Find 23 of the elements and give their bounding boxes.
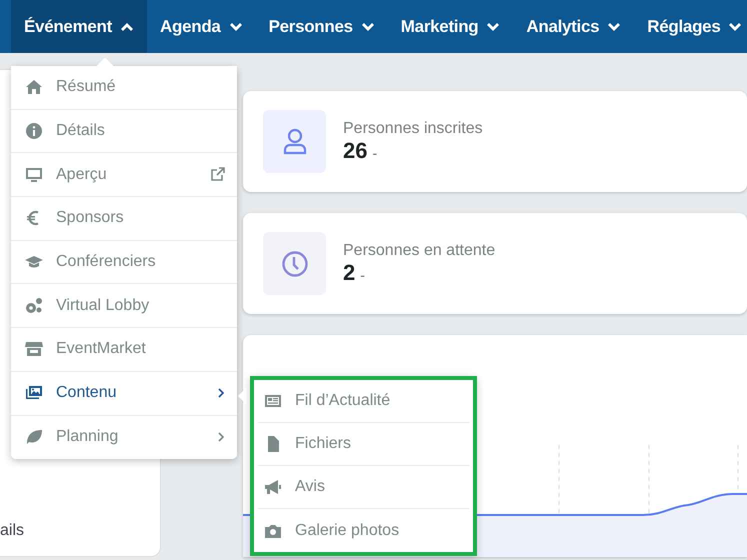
stat-value: 26 <box>343 138 368 162</box>
menu-item[interactable]: Aperçu <box>11 153 237 198</box>
menu-item[interactable]: Sponsors <box>11 197 237 241</box>
nav-tab[interactable]: Événement <box>11 0 148 53</box>
nav-tab[interactable]: Réglages <box>634 0 747 53</box>
menu-item[interactable]: Détails <box>11 110 237 154</box>
menu-item[interactable]: Virtual Lobby <box>11 284 237 328</box>
menu-item[interactable]: Contenu <box>11 372 237 416</box>
nav-tab[interactable]: Marketing <box>388 0 514 53</box>
stat-label: Personnes en attente <box>343 242 496 260</box>
menu-item[interactable]: Résumé <box>11 66 237 110</box>
nav-tab[interactable]: Analytics <box>513 0 634 53</box>
menu-item[interactable]: Planning <box>11 416 237 460</box>
submenu-item[interactable]: Fil d’Actualité <box>258 380 469 423</box>
nav-tab[interactable]: Personnes <box>256 0 388 53</box>
menu-item[interactable]: Conférenciers <box>11 240 237 284</box>
stat-trend: - <box>360 266 365 282</box>
side-panel-text: ails <box>0 522 26 540</box>
stat-trend: - <box>372 144 378 160</box>
menu-item[interactable]: EventMarket <box>11 328 237 372</box>
stat-label: Personnes inscrites <box>343 120 483 138</box>
nav-tab[interactable]: Agenda <box>147 0 256 53</box>
stat-value: 2 <box>343 260 356 284</box>
